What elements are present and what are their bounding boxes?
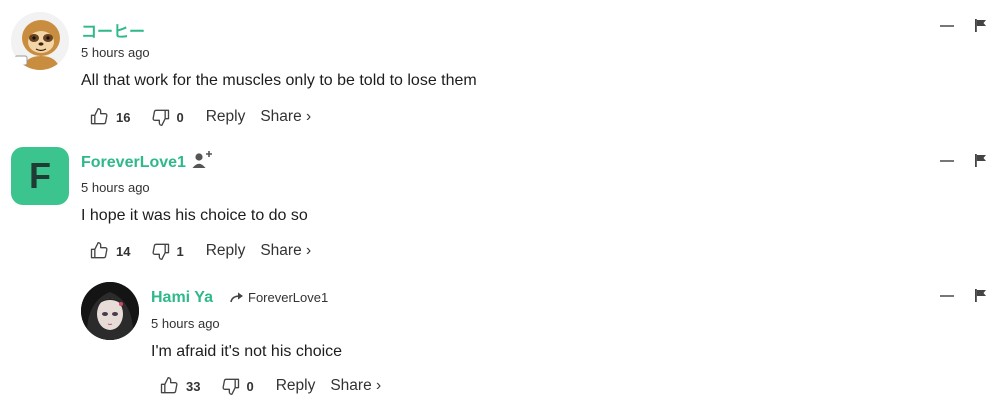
flag-icon[interactable] [975, 154, 987, 167]
flag-icon[interactable] [975, 19, 987, 32]
comment: コーヒー 5 hours ago All that work for the m… [0, 0, 999, 135]
thumbs-up-icon[interactable] [158, 375, 180, 397]
timestamp: 5 hours ago [81, 45, 150, 60]
comment-text: I'm afraid it's not his choice [151, 343, 343, 360]
timestamp: 5 hours ago [81, 180, 150, 195]
collapse-icon[interactable] [940, 294, 954, 297]
comment-actions: 14 1 Reply Share › [88, 239, 311, 263]
avatar[interactable]: F [11, 147, 69, 205]
anime-girl-avatar-icon [81, 282, 139, 340]
author-name[interactable]: コーヒー [81, 18, 145, 42]
comment-actions: 33 0 Reply Share › [158, 374, 381, 398]
thumbs-up-icon[interactable] [88, 240, 110, 262]
comment-actions: 16 0 Reply Share › [88, 105, 311, 129]
author-name[interactable]: ForeverLove1 [81, 154, 186, 172]
reply-to[interactable]: ForeverLove1 [230, 290, 328, 305]
share-button[interactable]: Share › [260, 242, 311, 260]
timestamp: 5 hours ago [151, 316, 220, 331]
collapse-icon[interactable] [940, 24, 954, 27]
avatar[interactable] [81, 282, 139, 340]
reply-arrow-icon [230, 292, 243, 302]
like-count: 16 [116, 109, 131, 125]
reply-comment: Hami Ya ForeverLove1 5 hours ago I'm afr… [0, 270, 999, 406]
thumbs-down-icon[interactable] [220, 375, 242, 397]
share-button[interactable]: Share › [330, 377, 381, 395]
share-button[interactable]: Share › [260, 108, 311, 126]
thumbs-down-icon[interactable] [150, 240, 172, 262]
like-count: 33 [186, 378, 201, 394]
dislike-count: 1 [176, 243, 184, 259]
reply-to-name: ForeverLove1 [248, 290, 329, 305]
comment: F ForeverLove1 5 hours ago I hope it was… [0, 135, 999, 270]
comment-text: I hope it was his choice to do so [81, 207, 308, 224]
reply-button[interactable]: Reply [206, 242, 246, 260]
flag-icon[interactable] [975, 289, 987, 302]
like-count: 14 [116, 243, 131, 259]
follow-user-icon[interactable] [192, 150, 212, 175]
author-name[interactable]: Hami Ya [151, 289, 213, 307]
avatar-letter: F [29, 155, 51, 196]
thumbs-up-icon[interactable] [88, 106, 110, 128]
collapse-icon[interactable] [940, 159, 954, 162]
dislike-count: 0 [176, 109, 184, 125]
avatar[interactable] [11, 12, 69, 70]
reply-button[interactable]: Reply [276, 377, 316, 395]
thumbs-down-icon[interactable] [150, 106, 172, 128]
comment-text: All that work for the muscles only to be… [81, 72, 477, 89]
sloth-avatar-icon [11, 12, 69, 70]
dislike-count: 0 [246, 378, 254, 394]
reply-button[interactable]: Reply [206, 108, 246, 126]
